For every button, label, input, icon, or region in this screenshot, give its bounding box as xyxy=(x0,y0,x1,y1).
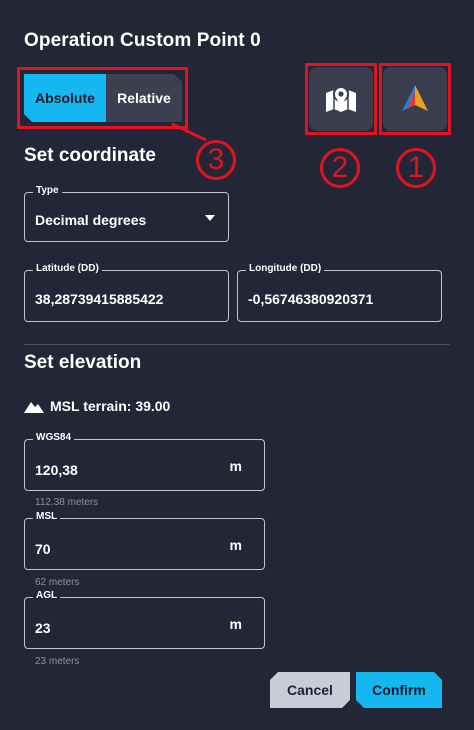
terrain-info: MSL terrain: 39.00 xyxy=(24,398,170,414)
agl-helper: 23 meters xyxy=(35,656,80,667)
confirm-button[interactable]: Confirm xyxy=(356,672,442,708)
latitude-value: 38,28739415885422 xyxy=(35,291,164,307)
wgs84-helper: 112.38 meters xyxy=(35,497,99,508)
section-divider xyxy=(24,344,450,345)
cancel-button[interactable]: Cancel xyxy=(270,672,350,708)
compass-arrow-icon xyxy=(402,85,428,111)
wgs84-field[interactable]: WGS84 120,38 m xyxy=(24,432,265,491)
annotation-number-3: 3 xyxy=(196,140,236,180)
type-label: Type xyxy=(33,185,62,196)
toggle-relative[interactable]: Relative xyxy=(106,74,182,122)
msl-value: 70 xyxy=(35,541,51,557)
map-button[interactable] xyxy=(309,67,373,131)
agl-unit: m xyxy=(229,616,242,632)
agl-value: 23 xyxy=(35,620,51,636)
latitude-label: Latitude (DD) xyxy=(33,263,102,274)
longitude-value: -0,56746380920371 xyxy=(248,291,374,307)
wgs84-label: WGS84 xyxy=(33,432,75,443)
msl-helper: 62 meters xyxy=(35,577,80,588)
map-pin-icon xyxy=(326,86,356,112)
coordinate-section-title: Set coordinate xyxy=(24,145,156,166)
msl-field[interactable]: MSL 70 m xyxy=(24,511,265,570)
chevron-down-icon xyxy=(205,215,215,221)
mountain-icon xyxy=(24,402,44,413)
elevation-section-title: Set elevation xyxy=(24,352,142,373)
type-value: Decimal degrees xyxy=(35,212,147,228)
terrain-text: MSL terrain: 39.00 xyxy=(50,398,171,414)
toggle-absolute[interactable]: Absolute xyxy=(24,74,106,122)
annotation-number-2: 2 xyxy=(320,148,360,188)
type-select[interactable]: Type Decimal degrees xyxy=(24,185,229,242)
annotation-connector xyxy=(171,122,207,142)
annotation-number-1: 1 xyxy=(396,148,436,188)
dialog-title: Operation Custom Point 0 xyxy=(24,30,261,51)
wgs84-unit: m xyxy=(229,458,242,474)
agl-field[interactable]: AGL 23 m xyxy=(24,590,265,649)
longitude-field[interactable]: Longitude (DD) -0,56746380920371 xyxy=(237,263,442,322)
mode-toggle: Absolute Relative xyxy=(24,74,182,122)
compass-button[interactable] xyxy=(383,67,447,131)
msl-unit: m xyxy=(229,537,242,553)
agl-label: AGL xyxy=(33,590,61,601)
msl-label: MSL xyxy=(33,511,61,522)
latitude-field[interactable]: Latitude (DD) 38,28739415885422 xyxy=(24,263,229,322)
wgs84-value: 120,38 xyxy=(35,462,78,478)
longitude-label: Longitude (DD) xyxy=(246,263,325,274)
